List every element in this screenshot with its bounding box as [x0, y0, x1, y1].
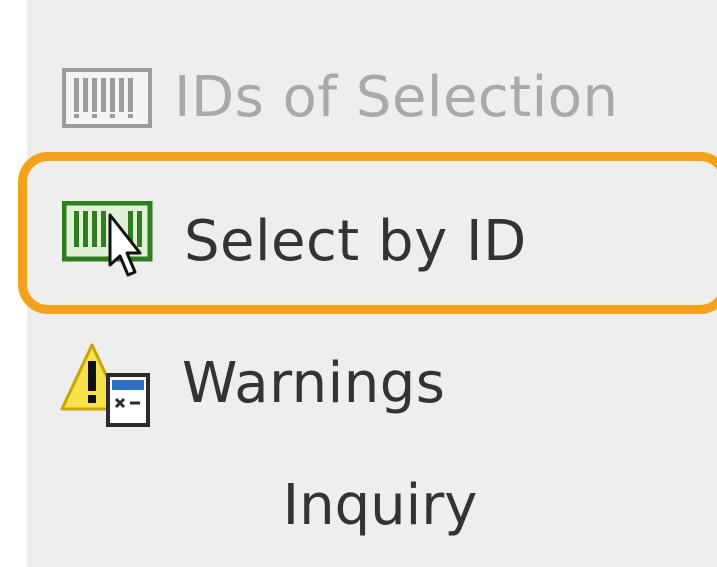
select-by-id-label: Select by ID — [184, 209, 527, 274]
warnings-button[interactable]: Warnings — [60, 340, 445, 428]
warning-icon — [60, 339, 154, 429]
warnings-label: Warnings — [182, 351, 446, 416]
ids-of-selection-button[interactable]: IDs of Selection — [62, 60, 618, 136]
select-by-id-button[interactable]: Select by ID — [62, 201, 527, 283]
barcode-select-icon — [62, 201, 154, 283]
group-label-inquiry: Inquiry — [282, 473, 478, 538]
ids-of-selection-label: IDs of Selection — [174, 65, 619, 130]
barcode-icon — [62, 68, 152, 128]
